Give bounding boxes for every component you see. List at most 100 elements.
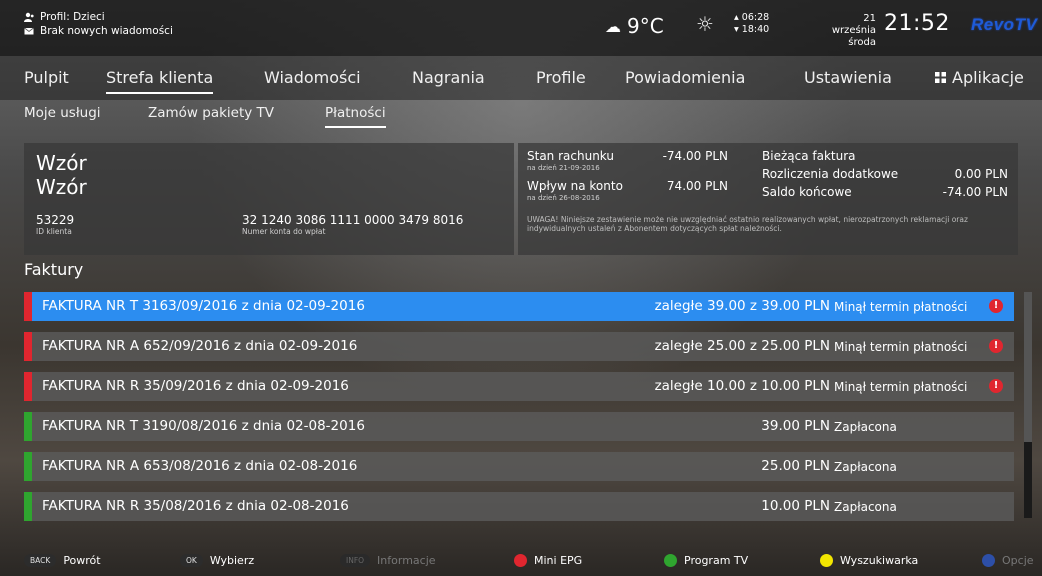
inflow-value: 74.00 PLN: [666, 179, 728, 193]
hint-ok[interactable]: OK Wybierz: [180, 554, 254, 567]
invoice-row[interactable]: FAKTURA NR T 3190/08/2016 z dnia 02-08-2…: [24, 412, 1014, 441]
nav-item-aplikacje[interactable]: Aplikacje: [935, 68, 1024, 87]
invoice-status-stripe: [24, 412, 32, 441]
invoice-row[interactable]: FAKTURA NR A 653/08/2016 z dnia 02-08-20…: [24, 452, 1014, 481]
invoice-status-stripe: [24, 492, 32, 521]
nav-item-nagrania[interactable]: Nagrania: [412, 68, 485, 87]
hint-red[interactable]: Mini EPG: [514, 554, 582, 567]
hint-yellow[interactable]: Wyszukiwarka: [820, 554, 918, 567]
alert-icon: !: [989, 339, 1003, 353]
weather: ☁ 9°C: [605, 14, 664, 38]
invoice-row[interactable]: FAKTURA NR R 35/09/2016 z dnia 02-09-201…: [24, 372, 1014, 401]
red-button-icon: [514, 554, 527, 567]
invoice-title: FAKTURA NR T 3163/09/2016 z dnia 02-09-2…: [42, 298, 365, 314]
invoice-row[interactable]: FAKTURA NR R 35/08/2016 z dnia 02-08-201…: [24, 492, 1014, 521]
hint-blue[interactable]: Opcje: [982, 554, 1034, 567]
client-name-line1: Wzór: [36, 151, 87, 175]
invoice-status: Minął termin płatności: [834, 300, 968, 314]
profile-icon: [24, 12, 34, 22]
nav-item-powiadomienia[interactable]: Powiadomienia: [625, 68, 745, 87]
blue-button-icon: [982, 554, 995, 567]
nav-item-wiadomosci[interactable]: Wiadomości: [264, 68, 361, 87]
invoice-list: FAKTURA NR T 3163/09/2016 z dnia 02-09-2…: [24, 292, 1014, 532]
scrollbar-thumb[interactable]: [1024, 292, 1032, 442]
footer-hints: BACK Powrót OK Wybierz INFO Informacje M…: [0, 548, 1042, 576]
status-label: Stan rachunku: [527, 149, 614, 163]
account-number: 32 1240 3086 1111 0000 3479 8016: [242, 213, 464, 227]
yellow-button-icon: [820, 554, 833, 567]
tab-moje-uslugi[interactable]: Moje usługi: [24, 105, 101, 121]
invoice-status-stripe: [24, 332, 32, 361]
extra-value: 0.00 PLN: [954, 167, 1008, 181]
invoice-amount: zaległe 10.00 z 10.00 PLN: [654, 378, 830, 394]
back-key: BACK: [24, 554, 57, 567]
hint-green[interactable]: Program TV: [664, 554, 748, 567]
invoice-title: FAKTURA NR T 3190/08/2016 z dnia 02-08-2…: [42, 418, 365, 434]
client-id-label: ID klienta: [36, 227, 72, 236]
account-number-label: Numer konta do wpłat: [242, 227, 326, 236]
invoice-row[interactable]: FAKTURA NR A 652/09/2016 z dnia 02-09-20…: [24, 332, 1014, 361]
main-nav: Pulpit Strefa klienta Wiadomości Nagrani…: [0, 56, 1042, 100]
green-label: Program TV: [684, 554, 749, 567]
ok-label: Wybierz: [209, 554, 255, 567]
top-bar: Profil: Dzieci Brak nowych wiadomości ☁ …: [0, 0, 1042, 56]
scrollbar[interactable]: [1024, 292, 1032, 518]
account-block: 32 1240 3086 1111 0000 3479 8016 Numer k…: [242, 213, 463, 236]
client-id-block: 53229 ID klienta: [36, 213, 74, 236]
screen: Profil: Dzieci Brak nowych wiadomości ☁ …: [0, 0, 1042, 576]
nav-item-profile[interactable]: Profile: [536, 68, 586, 87]
invoice-title: FAKTURA NR R 35/08/2016 z dnia 02-08-201…: [42, 498, 349, 514]
back-label: Powrót: [63, 554, 101, 567]
sub-nav: Moje usługi Zamów pakiety TV Płatności: [0, 100, 1042, 136]
invoice-row[interactable]: FAKTURA NR T 3163/09/2016 z dnia 02-09-2…: [24, 292, 1014, 321]
messages-label: Brak nowych wiadomości: [40, 25, 173, 37]
hint-info[interactable]: INFO Informacje: [340, 554, 436, 567]
inflow-label: Wpływ na konto: [527, 179, 623, 193]
profile-info: Profil: Dzieci Brak nowych wiadomości: [24, 10, 173, 38]
nav-item-aplikacje-label: Aplikacje: [952, 68, 1024, 87]
invoice-amount: 25.00 PLN: [761, 458, 830, 474]
info-key: INFO: [340, 554, 371, 567]
sunset: ▾ 18:40: [734, 24, 770, 35]
invoice-title: FAKTURA NR A 652/09/2016 z dnia 02-09-20…: [42, 338, 358, 354]
green-button-icon: [664, 554, 677, 567]
invoice-amount: 39.00 PLN: [761, 418, 830, 434]
nav-item-pulpit[interactable]: Pulpit: [24, 68, 69, 87]
invoice-title: FAKTURA NR R 35/09/2016 z dnia 02-09-201…: [42, 378, 349, 394]
nav-item-strefa-klienta[interactable]: Strefa klienta: [106, 68, 214, 94]
yellow-label: Wyszukiwarka: [840, 554, 919, 567]
profile-label: Profil: Dzieci: [40, 11, 105, 23]
invoice-title: FAKTURA NR A 653/08/2016 z dnia 02-08-20…: [42, 458, 358, 474]
invoice-status: Zapłacona: [834, 460, 897, 474]
invoice-status: Minął termin płatności: [834, 380, 968, 394]
sunset-time: 18:40: [741, 24, 770, 35]
invoices-title: Faktury: [24, 260, 84, 279]
final-label: Saldo końcowe: [762, 185, 852, 199]
hint-back[interactable]: BACK Powrót: [24, 554, 101, 567]
balance-panel: Stan rachunku na dzień 21-09-2016 -74.00…: [518, 143, 1018, 255]
cloud-icon: ☁: [605, 16, 621, 36]
messages-row: Brak nowych wiadomości: [24, 24, 173, 38]
balance-warning: UWAGA! Niniejsze zestawienie może nie uw…: [527, 215, 968, 233]
tab-platnosci[interactable]: Płatności: [325, 105, 386, 128]
inflow-date: na dzień 26-08-2016: [527, 194, 600, 202]
apps-grid-icon: [935, 72, 946, 83]
envelope-icon: [24, 27, 34, 35]
client-panel: Wzór Wzór 53229 ID klienta 32 1240 3086 …: [24, 143, 514, 255]
invoice-amount: 10.00 PLN: [761, 498, 830, 514]
date: 21 września środa: [816, 13, 876, 49]
sun-times: ▴ 06:28 ▾ 18:40: [734, 12, 769, 36]
info-label: Informacje: [377, 554, 436, 567]
invoice-amount: zaległe 39.00 z 39.00 PLN: [654, 298, 830, 314]
date-line1: 21 września: [831, 13, 876, 36]
profile-row: Profil: Dzieci: [24, 10, 173, 24]
nav-item-ustawienia[interactable]: Ustawienia: [804, 68, 892, 87]
sunrise-time: 06:28: [741, 12, 770, 23]
final-value: -74.00 PLN: [942, 185, 1008, 199]
status-value: -74.00 PLN: [662, 149, 728, 163]
invoice-status-stripe: [24, 372, 32, 401]
invoice-status: Zapłacona: [834, 420, 897, 434]
tab-zamow-pakiety[interactable]: Zamów pakiety TV: [148, 105, 274, 121]
current-invoice-label: Bieżąca faktura: [762, 149, 856, 163]
invoice-status: Zapłacona: [834, 500, 897, 514]
